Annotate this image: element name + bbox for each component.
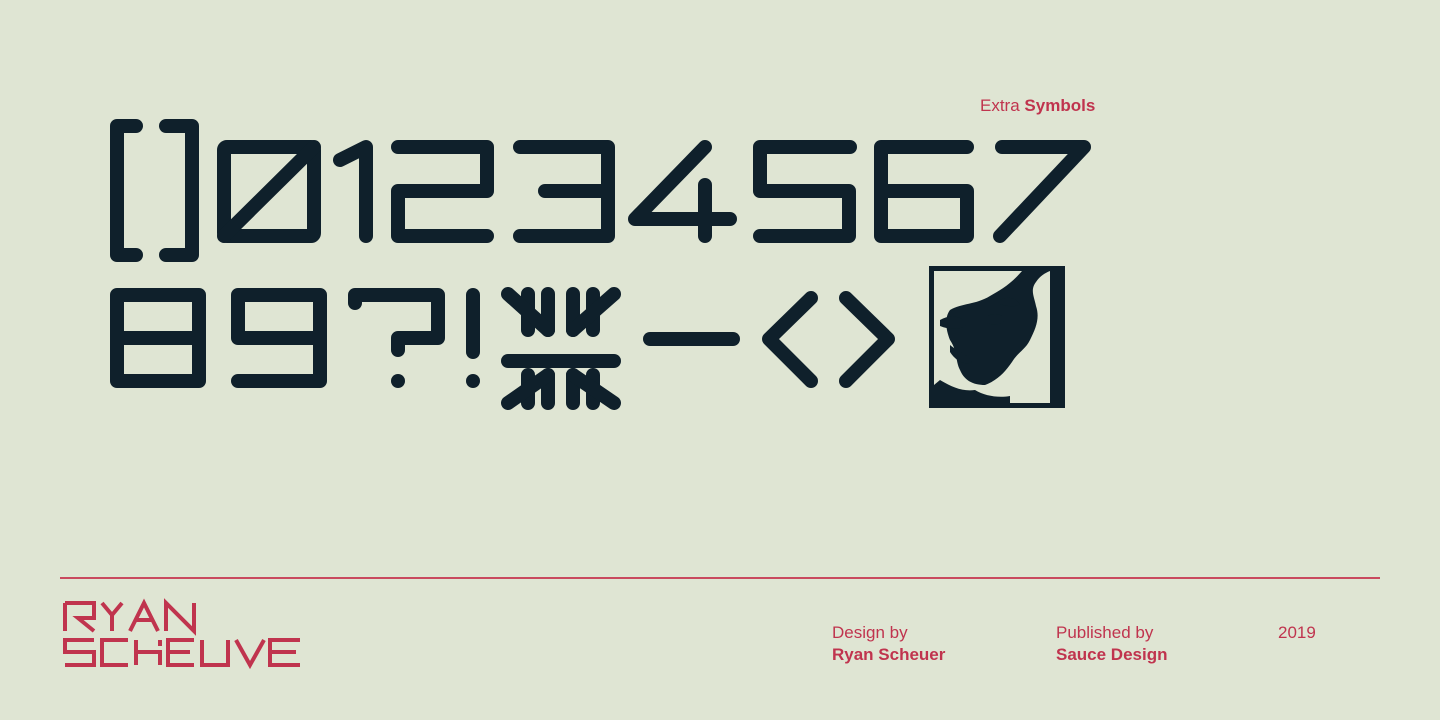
- glyph-greater-than: [839, 291, 895, 388]
- glyph-four: [628, 140, 737, 243]
- glyph-two: [391, 140, 494, 243]
- glyph-specimen: [63, 119, 1091, 670]
- glyph-bracket-left: [110, 119, 143, 262]
- glyph-asterisk: [501, 287, 621, 410]
- published-by-label: Published by: [1056, 623, 1154, 642]
- glyph-less-than: [762, 291, 818, 388]
- portrait-glyph-icon: [929, 266, 1065, 408]
- footer-divider: [60, 577, 1380, 579]
- glyph-nine: [231, 288, 327, 388]
- glyph-one: [333, 140, 373, 243]
- glyph-zero: [217, 140, 321, 243]
- glyph-seven: [993, 140, 1091, 243]
- glyph-six: [874, 140, 974, 243]
- glyph-bracket-right: [159, 119, 199, 262]
- glyph-eight: [110, 288, 206, 388]
- publisher-name: Sauce Design: [1056, 645, 1168, 664]
- design-by-label: Design by: [832, 623, 908, 642]
- glyph-three: [513, 140, 615, 243]
- ryan-scheuer-logo: [63, 598, 300, 670]
- glyph-exclamation-dot: [466, 374, 480, 388]
- year: 2019: [1278, 623, 1316, 642]
- year-block: 2019: [1278, 622, 1316, 644]
- published-by-block: Published by Sauce Design: [1056, 622, 1168, 666]
- designer-name: Ryan Scheuer: [832, 645, 946, 664]
- glyph-question-dot: [391, 374, 405, 388]
- design-by-block: Design by Ryan Scheuer: [832, 622, 945, 666]
- glyph-question: [348, 288, 445, 357]
- glyph-five: [753, 140, 857, 243]
